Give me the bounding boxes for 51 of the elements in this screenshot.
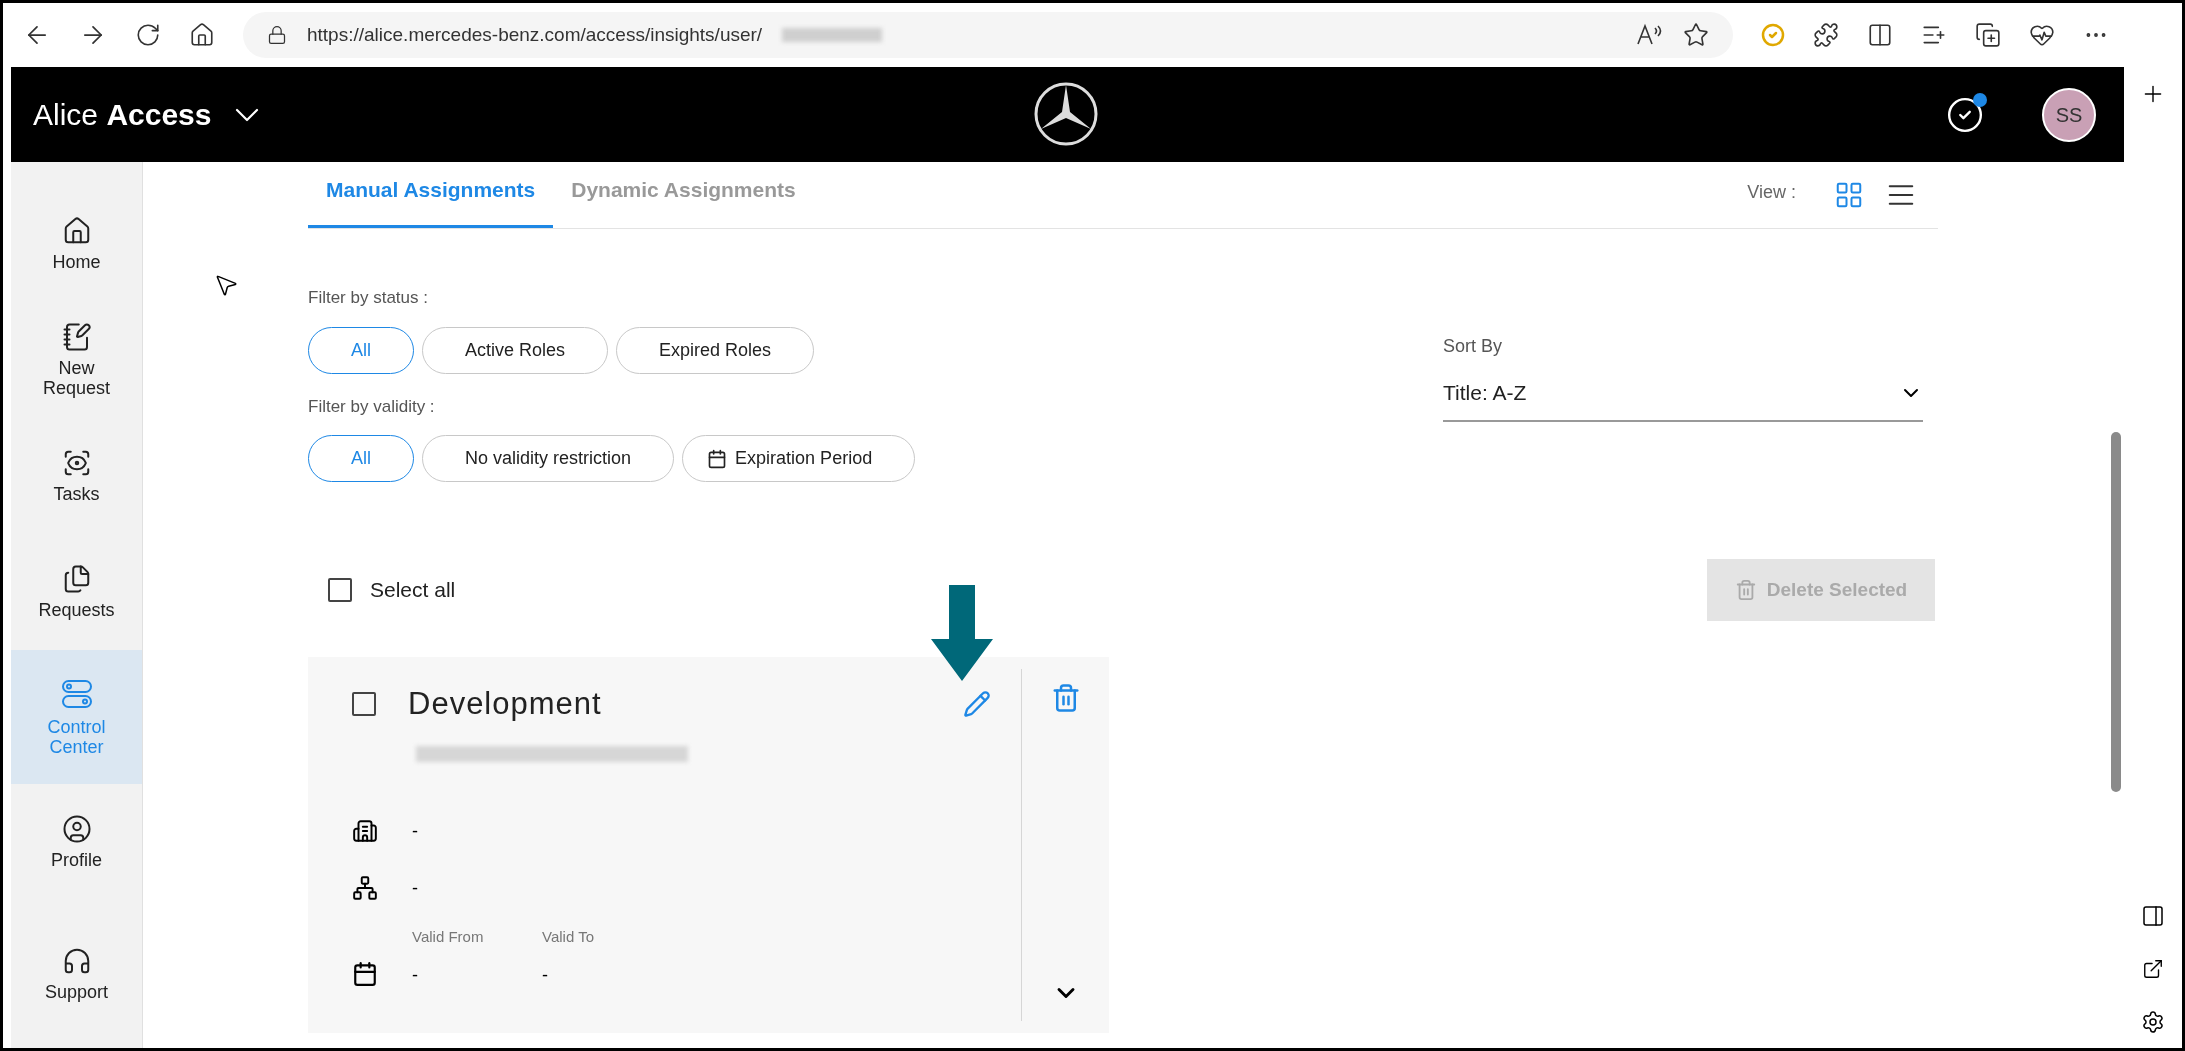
sort-label: Sort By xyxy=(1443,335,1504,358)
sidebar-item[interactable]: New Request xyxy=(11,302,142,418)
favorite-star-icon[interactable] xyxy=(1683,22,1709,48)
url-text: https://alice.mercedes-benz.com/access/insights/user/ xyxy=(307,22,763,47)
tab[interactable]: Manual Assignments xyxy=(308,173,554,228)
sidebar-item[interactable]: Requests xyxy=(11,534,142,650)
valid-to-label: Valid To xyxy=(542,926,594,947)
select-all-label: Select all xyxy=(370,577,456,604)
split-screen-icon[interactable] xyxy=(1867,22,1893,48)
external-link-icon[interactable] xyxy=(2142,958,2164,980)
settings-icon[interactable] xyxy=(2141,1010,2165,1034)
lock-icon xyxy=(267,25,287,45)
valid-from-value: - xyxy=(412,964,419,987)
valid-to-value: - xyxy=(542,964,549,987)
filter-label: Filter by validity : xyxy=(308,395,436,418)
reload-icon[interactable] xyxy=(135,22,161,48)
health-icon[interactable] xyxy=(2029,22,2055,48)
sidebar-item[interactable]: Profile xyxy=(11,784,142,900)
panel-icon[interactable] xyxy=(2141,904,2165,928)
filter-label: Filter by status : xyxy=(308,287,429,309)
edit-icon[interactable] xyxy=(963,690,991,719)
calendar-icon xyxy=(352,961,378,987)
request-icon xyxy=(61,322,92,352)
hierarchy-icon xyxy=(352,875,378,901)
view-label: View : xyxy=(1747,181,1796,204)
grid-view-icon[interactable] xyxy=(1834,180,1864,210)
toggle-switches-icon xyxy=(59,677,94,711)
valid-from-label: Valid From xyxy=(412,926,485,947)
card-checkbox[interactable] xyxy=(352,692,376,717)
delete-selected-button: Delete Selected xyxy=(1707,559,1935,621)
check-extension-icon[interactable] xyxy=(1761,23,1785,47)
field-value: - xyxy=(412,819,418,843)
card-title: Development xyxy=(408,685,603,723)
sidebar-item[interactable]: Support xyxy=(11,914,142,1034)
building-icon xyxy=(352,818,378,844)
sort-dropdown[interactable]: Title: A-Z xyxy=(1443,366,1923,422)
collections-icon[interactable] xyxy=(1975,22,2001,48)
user-avatar[interactable]: SS xyxy=(2042,87,2096,142)
sidebar-item[interactable]: Home xyxy=(11,186,142,302)
app-title[interactable]: Alice Access xyxy=(33,92,212,137)
address-bar[interactable]: https://alice.mercedes-benz.com/access/insights/user/ xyxy=(243,12,1733,58)
home-icon[interactable] xyxy=(189,22,215,48)
tasks-check-icon[interactable] xyxy=(1946,95,1984,134)
three-pointed-star-logo xyxy=(1033,81,1099,147)
calendar-icon xyxy=(707,448,728,469)
profile-icon xyxy=(61,814,92,844)
extensions-icon[interactable] xyxy=(1813,22,1839,48)
field-value: - xyxy=(412,876,418,900)
select-all-checkbox[interactable] xyxy=(328,578,352,602)
trash-icon xyxy=(1734,579,1757,601)
sidebar-item[interactable]: Tasks xyxy=(11,418,142,534)
